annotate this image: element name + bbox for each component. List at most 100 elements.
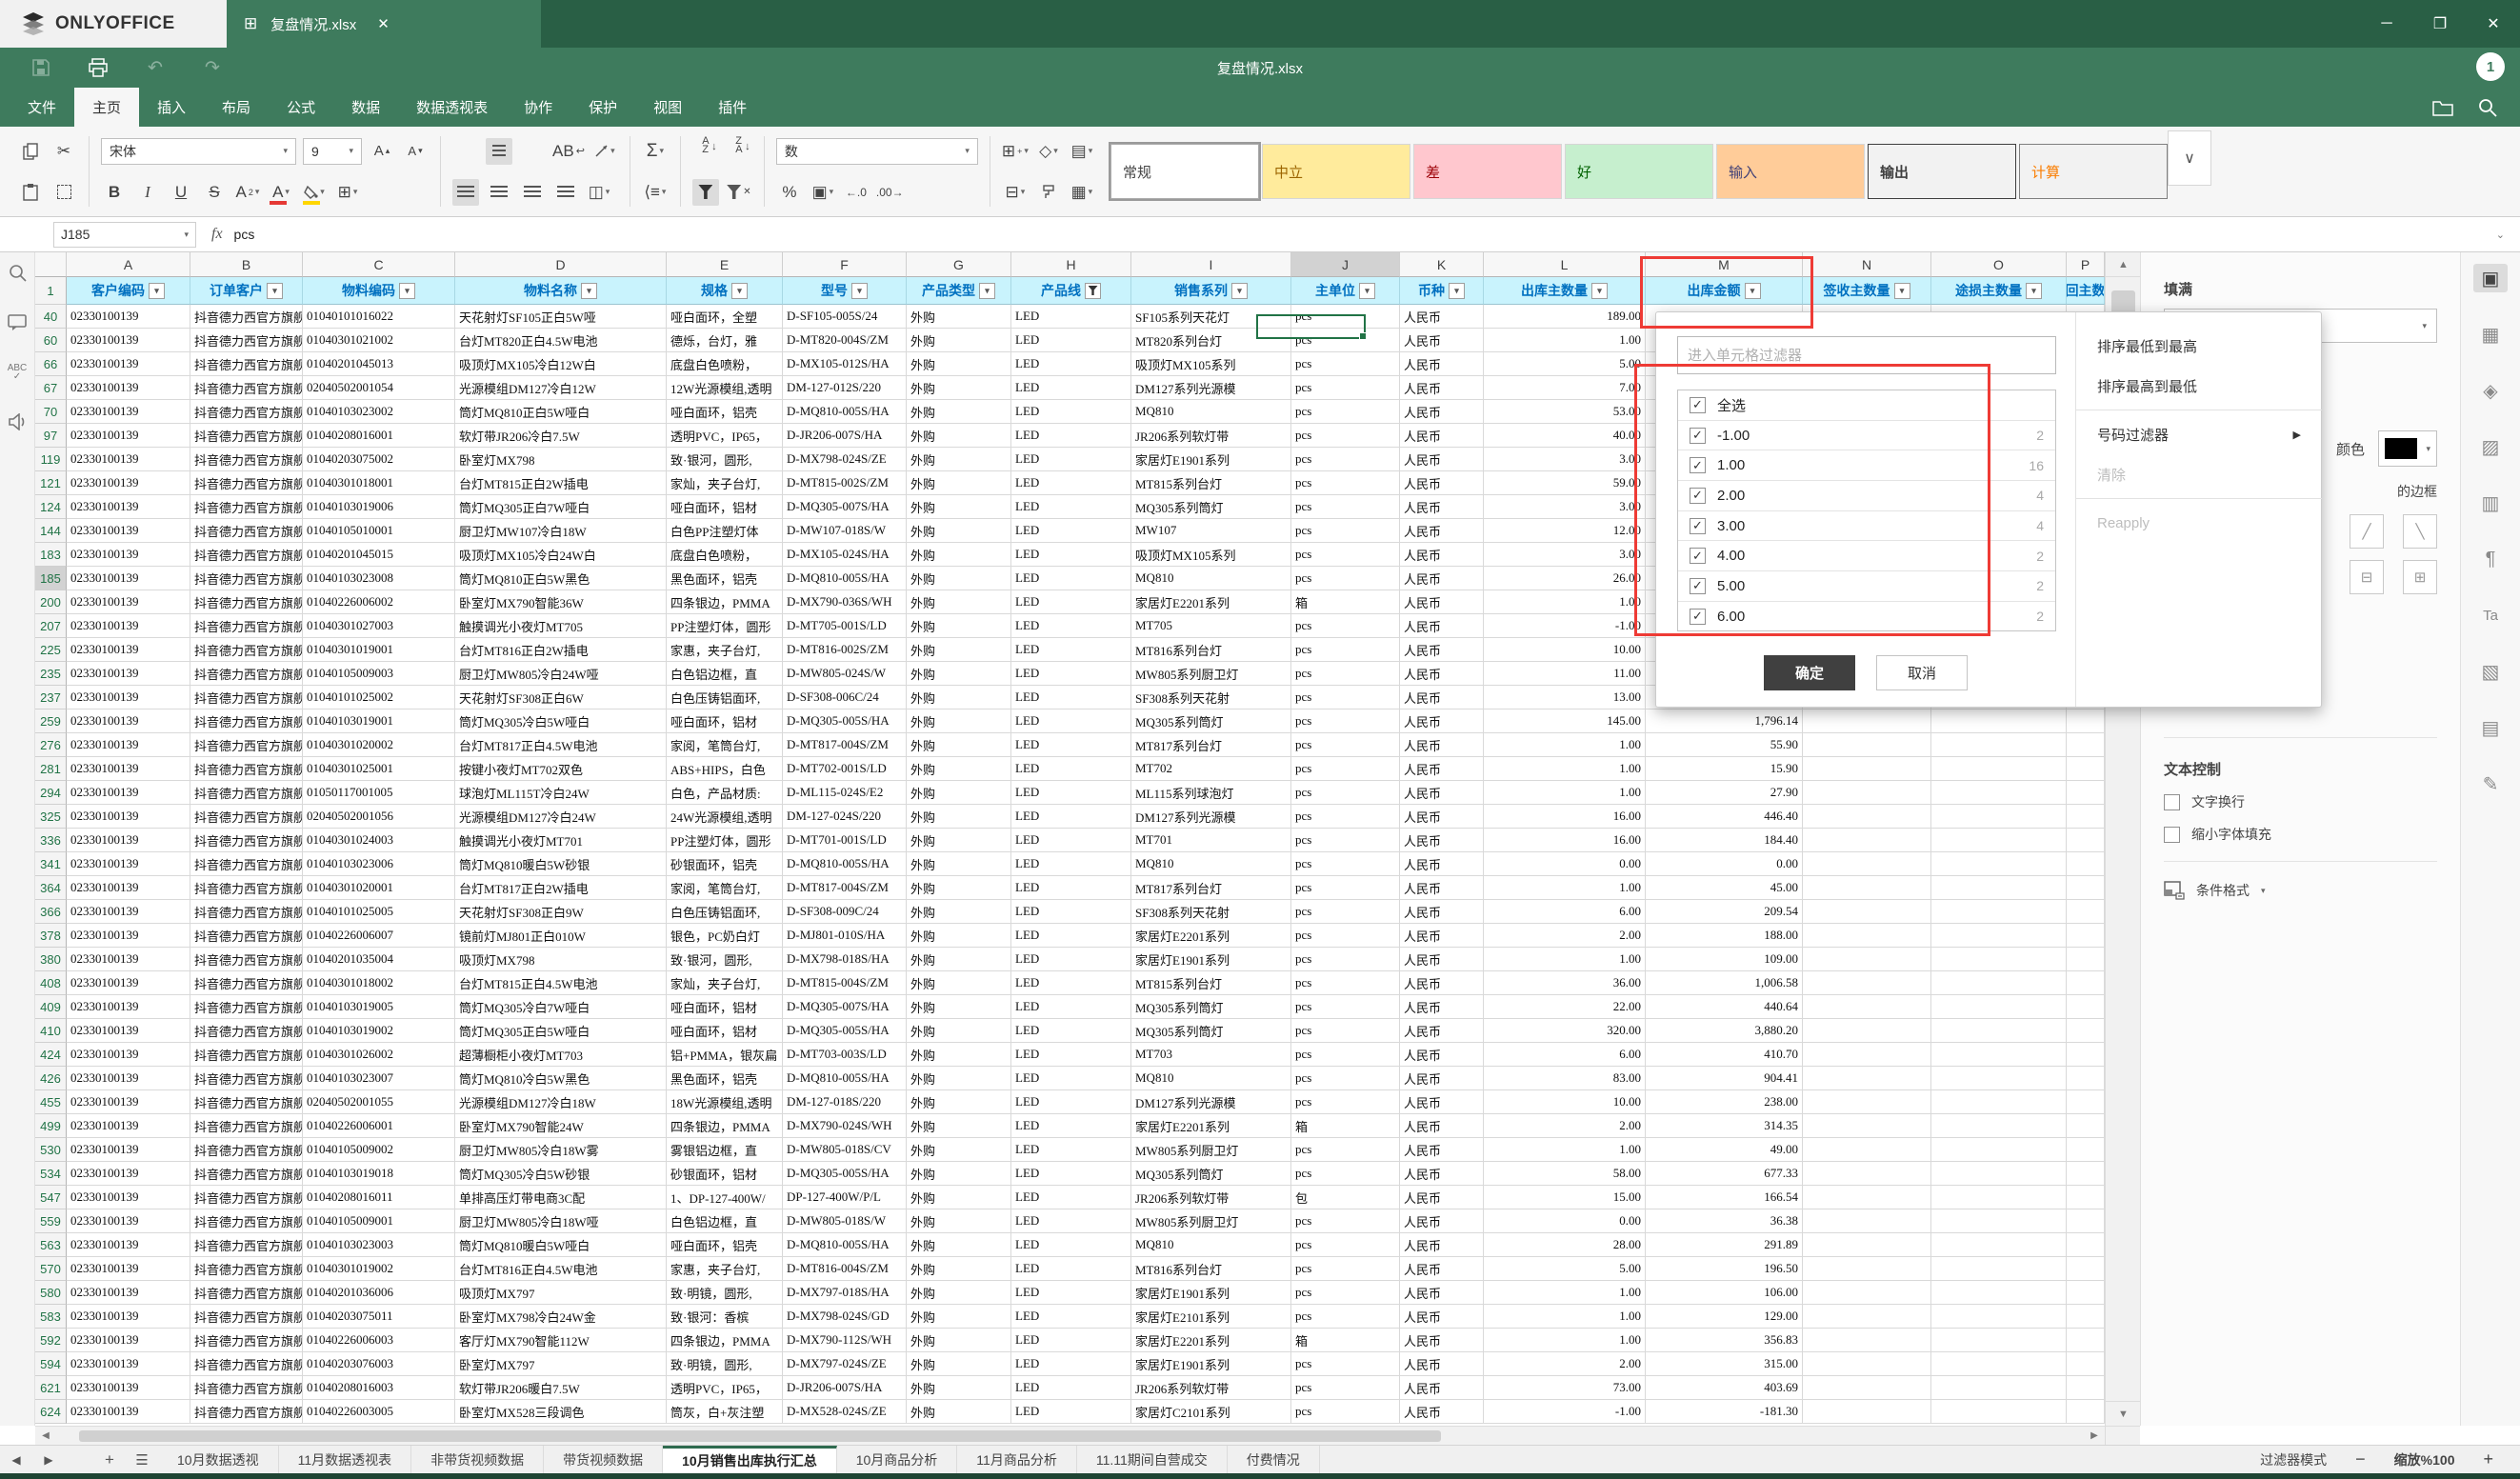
cell[interactable]: pcs <box>1291 638 1400 662</box>
cell[interactable]: 12W光源模组,透明 <box>667 376 783 400</box>
cell[interactable]: LED <box>1011 1233 1131 1257</box>
cell[interactable]: 卧室灯MX528三段调色 <box>455 1400 667 1424</box>
cell[interactable] <box>1931 1257 2067 1281</box>
menu-item-10[interactable]: 视图 <box>635 88 700 127</box>
cell[interactable]: 人民币 <box>1400 995 1484 1019</box>
cell[interactable]: 外购 <box>907 519 1011 543</box>
cell[interactable]: 外购 <box>907 1209 1011 1233</box>
cell[interactable]: 筒灰，白+灰注塑 <box>667 1400 783 1424</box>
filter-arrow-icon-E[interactable]: ▾ <box>731 283 748 299</box>
scroll-down-icon[interactable]: ▼ <box>2106 1401 2141 1426</box>
maximize-button[interactable]: ❐ <box>2413 0 2467 48</box>
cell[interactable]: 外购 <box>907 876 1011 900</box>
align-bottom-icon[interactable] <box>519 138 546 165</box>
cell[interactable]: 27.90 <box>1646 781 1803 805</box>
cell[interactable]: 01040103023003 <box>303 1233 455 1257</box>
row-header-40[interactable]: 40 <box>35 305 67 329</box>
cell[interactable]: LED <box>1011 352 1131 376</box>
cell[interactable]: 光源模组DM127冷白18W <box>455 1090 667 1114</box>
cell[interactable] <box>1931 1043 2067 1067</box>
cell[interactable]: 抖音德力西官方旗舰店 <box>190 1400 303 1424</box>
table-column-header-N[interactable]: 签收主数量▾ <box>1803 277 1931 305</box>
cell[interactable]: 1.00 <box>1484 1281 1646 1305</box>
cell[interactable]: MT815系列台灯 <box>1131 971 1291 995</box>
cell[interactable]: 外购 <box>907 924 1011 948</box>
cell[interactable]: MQ305系列筒灯 <box>1131 1162 1291 1186</box>
cell[interactable]: LED <box>1011 400 1131 424</box>
cell[interactable] <box>1803 805 1931 829</box>
cell[interactable]: 0.00 <box>1484 852 1646 876</box>
filter-arrow-icon-J[interactable]: ▾ <box>1359 283 1375 299</box>
cell[interactable] <box>1803 948 1931 971</box>
cell[interactable]: 抖音德力西官方旗舰店 <box>190 376 303 400</box>
cell[interactable]: 白色铝边框，直 <box>667 1209 783 1233</box>
cell[interactable]: 厨卫灯MW805冷白18W哑 <box>455 1209 667 1233</box>
table-settings-icon[interactable]: ▦ <box>2473 320 2508 349</box>
cell[interactable]: pcs <box>1291 471 1400 495</box>
delete-cells-button[interactable]: ⊟▾ <box>1002 179 1029 206</box>
cell[interactable]: MT820系列台灯 <box>1131 329 1291 352</box>
borders-button[interactable]: ⊞▾ <box>334 179 361 206</box>
cell[interactable] <box>1803 1138 1931 1162</box>
cell[interactable] <box>1931 805 2067 829</box>
row-header-341[interactable]: 341 <box>35 852 67 876</box>
image-settings-icon[interactable]: ▨ <box>2473 432 2508 461</box>
row-header-67[interactable]: 67 <box>35 376 67 400</box>
cell[interactable]: 抖音德力西官方旗舰店 <box>190 567 303 590</box>
cell[interactable]: 四条银边，PMMA <box>667 1329 783 1352</box>
cell[interactable]: 外购 <box>907 686 1011 710</box>
cell-settings-icon[interactable]: ▣ <box>2473 264 2508 292</box>
applied-filter-icon-H[interactable] <box>1085 283 1101 299</box>
cell[interactable] <box>1931 971 2067 995</box>
formula-input[interactable]: pcs <box>234 227 255 242</box>
cell[interactable]: D-MX528-024S/ZE <box>783 1400 907 1424</box>
cell[interactable]: JR206系列软灯带 <box>1131 1376 1291 1400</box>
table-column-header-M[interactable]: 出库金额▾ <box>1646 277 1803 305</box>
cell[interactable]: 哑白面环，铝材 <box>667 495 783 519</box>
filter-arrow-icon-M[interactable]: ▾ <box>1745 283 1761 299</box>
cell[interactable]: 抖音德力西官方旗舰店 <box>190 662 303 686</box>
cell[interactable] <box>1803 710 1931 733</box>
cell[interactable]: 筒灯MQ810暖白5W砂银 <box>455 852 667 876</box>
cell-style-输入[interactable]: 输入 <box>1716 144 1865 199</box>
cell[interactable] <box>1931 1019 2067 1043</box>
cell[interactable]: 01040301018002 <box>303 971 455 995</box>
cell[interactable]: D-MX790-112S/WH <box>783 1329 907 1352</box>
column-header-E[interactable]: E <box>667 252 783 277</box>
cell[interactable] <box>1931 1352 2067 1376</box>
cell[interactable]: 抖音德力西官方旗舰店 <box>190 1233 303 1257</box>
cell[interactable] <box>1803 781 1931 805</box>
cell[interactable]: LED <box>1011 1329 1131 1352</box>
signature-settings-icon[interactable]: ✎ <box>2473 769 2508 798</box>
cell[interactable]: 外购 <box>907 352 1011 376</box>
cell[interactable]: 6.00 <box>1484 1043 1646 1067</box>
border-diagonal-up-icon[interactable]: ╱ <box>2350 514 2384 549</box>
row-header-281[interactable]: 281 <box>35 757 67 781</box>
cell[interactable]: 外购 <box>907 1162 1011 1186</box>
row-header-70[interactable]: 70 <box>35 400 67 424</box>
filter-ok-button[interactable]: 确定 <box>1764 655 1855 690</box>
cell[interactable]: 人民币 <box>1400 1257 1484 1281</box>
cell[interactable]: 抖音德力西官方旗舰店 <box>190 329 303 352</box>
slicer-settings-icon[interactable]: ▤ <box>2473 713 2508 742</box>
cell[interactable] <box>2067 1376 2105 1400</box>
cell[interactable]: 02330100139 <box>67 1186 190 1209</box>
cell[interactable]: MW805系列厨卫灯 <box>1131 1209 1291 1233</box>
cell[interactable]: 抖音德力西官方旗舰店 <box>190 424 303 448</box>
bold-button[interactable]: B <box>101 179 128 206</box>
cell[interactable]: 卧室灯MX797 <box>455 1352 667 1376</box>
cell[interactable]: D-MX798-024S/GD <box>783 1305 907 1329</box>
row-header-547[interactable]: 547 <box>35 1186 67 1209</box>
cell[interactable]: 18W光源模组,透明 <box>667 1090 783 1114</box>
cell[interactable]: 02330100139 <box>67 329 190 352</box>
cell[interactable]: 外购 <box>907 614 1011 638</box>
cell[interactable]: 人民币 <box>1400 638 1484 662</box>
cell[interactable] <box>1803 876 1931 900</box>
cell[interactable]: 外购 <box>907 1352 1011 1376</box>
cell[interactable]: 家阅，笔筒台灯, <box>667 876 783 900</box>
cell[interactable] <box>1803 1114 1931 1138</box>
filter-value-item[interactable]: ✓1.0016 <box>1678 450 2055 481</box>
sheet-tab-5[interactable]: 10月销售出库执行汇总 <box>663 1446 837 1473</box>
row-header-235[interactable]: 235 <box>35 662 67 686</box>
subscript-button[interactable]: A2▾ <box>234 179 261 206</box>
